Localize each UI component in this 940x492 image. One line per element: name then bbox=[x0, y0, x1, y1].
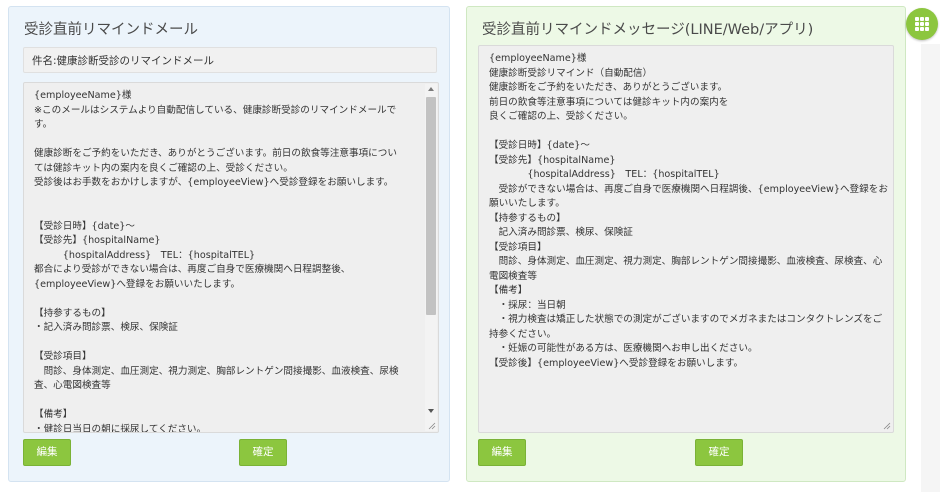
email-body-text[interactable]: {employeeName}様 ※このメールはシステムより自動配信している、健康… bbox=[34, 89, 422, 432]
email-edit-button[interactable]: 編集 bbox=[23, 439, 71, 466]
message-template-panel: 受診直前リマインドメッセージ(LINE/Web/アプリ) {employeeNa… bbox=[466, 6, 906, 482]
scroll-up-arrow-icon[interactable] bbox=[428, 87, 434, 91]
message-confirm-button[interactable]: 確定 bbox=[695, 439, 743, 466]
app-menu-button[interactable] bbox=[906, 8, 938, 40]
message-body-text[interactable]: {employeeName}様 健康診断受診リマインド（自動配信） 健康診断をご… bbox=[489, 52, 888, 371]
email-body-scrollbar[interactable] bbox=[425, 84, 437, 431]
email-body-textarea[interactable]: {employeeName}様 ※このメールはシステムより自動配信している、健康… bbox=[23, 82, 439, 433]
message-body-textarea[interactable]: {employeeName}様 健康診断受診リマインド（自動配信） 健康診断をご… bbox=[478, 45, 894, 433]
email-template-panel: 受診直前リマインドメール 件名:健康診断受診のリマインドメール {employe… bbox=[8, 6, 450, 482]
message-panel-title: 受診直前リマインドメッセージ(LINE/Web/アプリ) bbox=[482, 22, 814, 38]
scroll-down-arrow-icon[interactable] bbox=[428, 409, 434, 413]
resize-grip-icon[interactable] bbox=[428, 422, 436, 430]
scrollbar-thumb[interactable] bbox=[426, 97, 436, 315]
resize-grip-icon[interactable] bbox=[883, 422, 891, 430]
message-edit-button[interactable]: 編集 bbox=[478, 439, 526, 466]
page-scrollbar-track[interactable] bbox=[921, 44, 940, 492]
email-panel-title: 受診直前リマインドメール bbox=[24, 22, 198, 38]
email-subject-field[interactable]: 件名:健康診断受診のリマインドメール bbox=[23, 47, 437, 73]
email-confirm-button[interactable]: 確定 bbox=[239, 439, 287, 466]
